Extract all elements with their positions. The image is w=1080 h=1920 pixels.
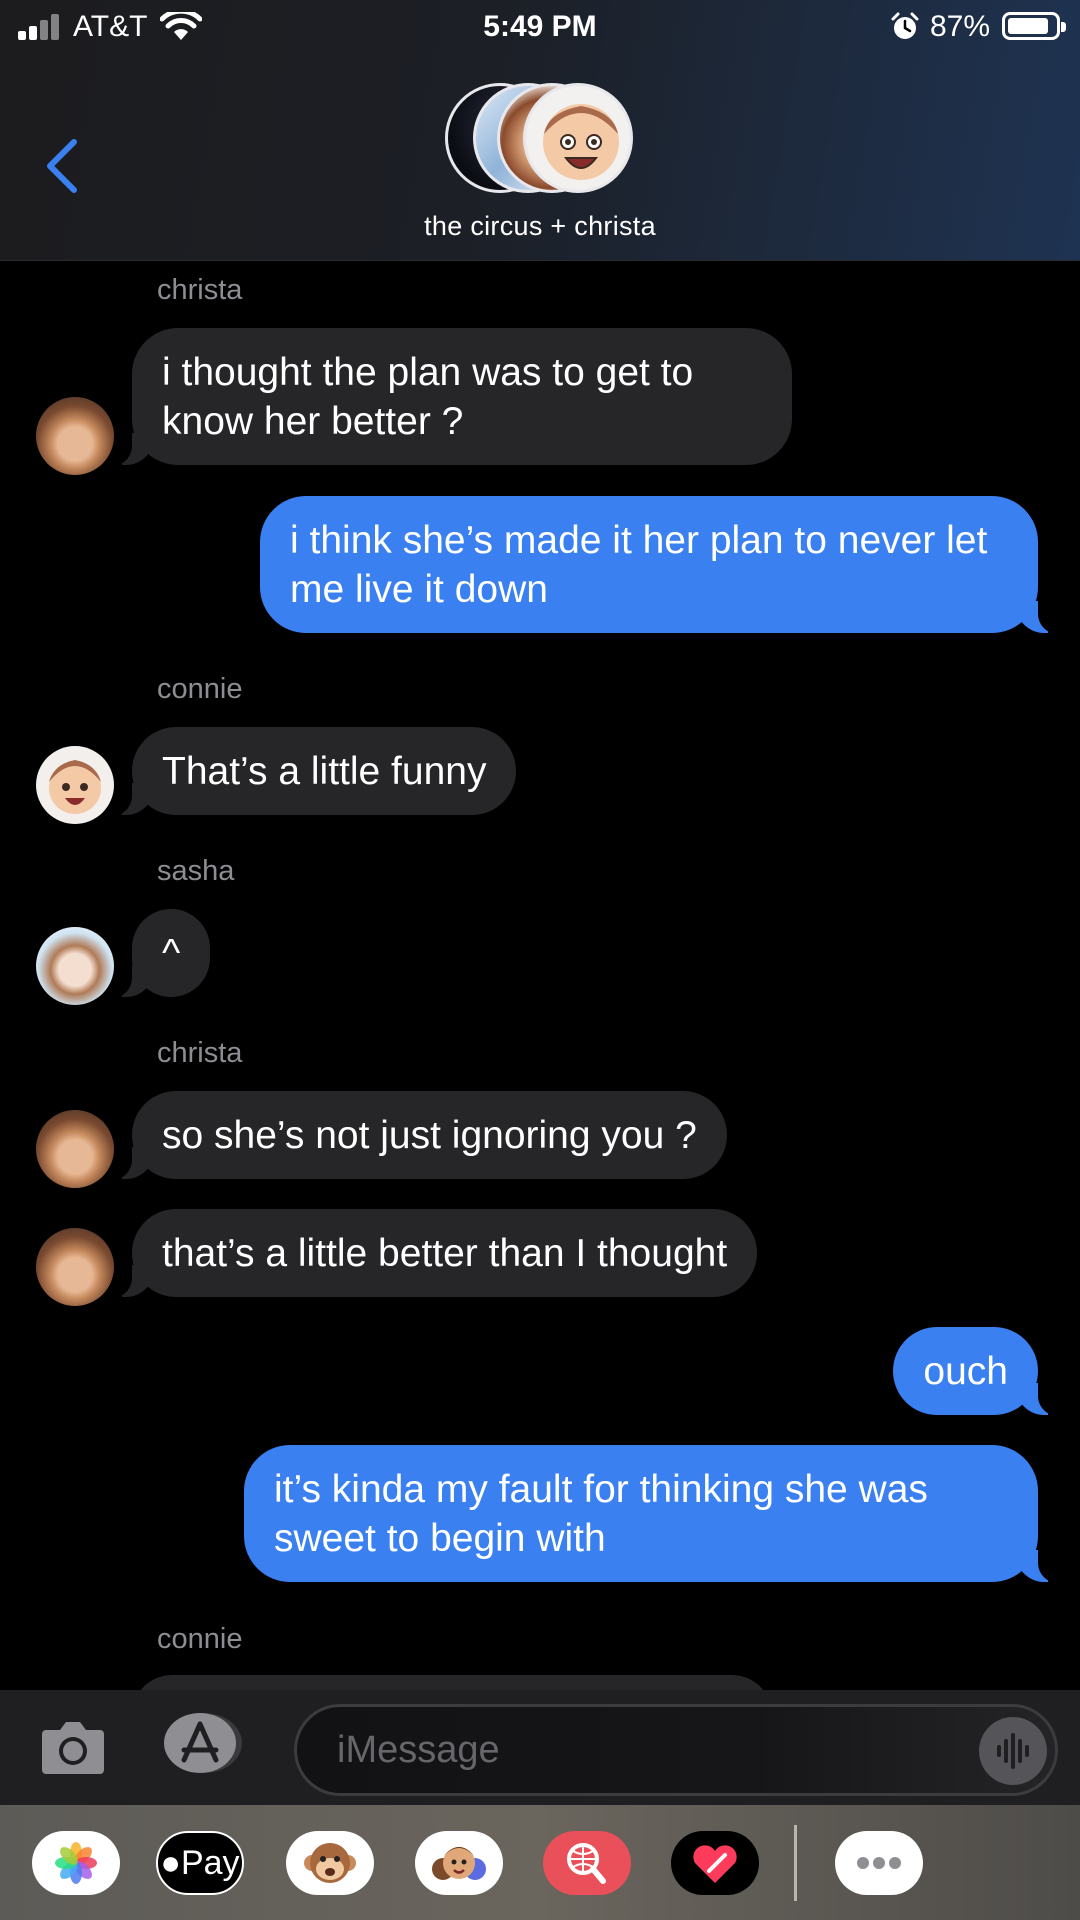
group-avatar-stack[interactable] — [445, 83, 635, 193]
sender-name: connie — [157, 1623, 243, 1655]
incoming-message[interactable] — [132, 1675, 772, 1690]
sender-name: connie — [157, 673, 243, 705]
app-store-icon[interactable] — [162, 1712, 248, 1774]
contact-avatar[interactable] — [36, 1110, 114, 1188]
outgoing-message[interactable]: ouch — [893, 1327, 1064, 1416]
status-bar: AT&T 5:49 PM 87% — [0, 0, 1080, 56]
incoming-message[interactable]: ^ — [105, 909, 211, 998]
conversation-header: AT&T 5:49 PM 87% the circus + christa — [0, 0, 1080, 261]
message-composer — [0, 1690, 1080, 1805]
animoji-icon[interactable] — [286, 1831, 374, 1895]
contact-avatar[interactable] — [36, 746, 114, 824]
sender-name: christa — [157, 274, 243, 306]
group-member-avatar — [523, 83, 633, 193]
apple-pay-label: Pay — [180, 1844, 240, 1882]
incoming-message[interactable]: that’s a little better than I thought — [105, 1209, 758, 1298]
incoming-message[interactable]: That’s a little funny — [105, 727, 517, 816]
incoming-message[interactable]: so she’s not just ignoring you ? — [106, 1091, 727, 1180]
voice-waveform-icon[interactable] — [979, 1717, 1047, 1785]
chevron-left-icon[interactable] — [40, 138, 86, 194]
contact-avatar[interactable] — [36, 1228, 114, 1306]
imessage-input[interactable] — [294, 1704, 1058, 1796]
app-drawer: ●Pay — [0, 1805, 1080, 1920]
sender-name: sasha — [157, 855, 235, 887]
memoji-icon[interactable] — [415, 1831, 503, 1895]
apple-pay-icon[interactable]: ●Pay — [156, 1831, 244, 1895]
contact-avatar[interactable] — [36, 397, 114, 475]
group-name[interactable]: the circus + christa — [0, 211, 1080, 242]
more-apps-icon[interactable] — [835, 1831, 923, 1895]
sender-name: christa — [157, 1037, 243, 1069]
battery-percent: 87% — [930, 10, 991, 43]
incoming-message[interactable]: i thought the plan was to get to know he… — [106, 328, 792, 466]
apple-logo-icon: ● — [160, 1844, 181, 1882]
photos-icon[interactable] — [32, 1831, 120, 1895]
digital-touch-icon[interactable] — [671, 1831, 759, 1895]
camera-icon[interactable] — [40, 1716, 106, 1776]
outgoing-message[interactable]: i think she’s made it her plan to never … — [260, 496, 1064, 634]
outgoing-message[interactable]: it’s kinda my fault for thinking she was… — [244, 1445, 1064, 1583]
message-thread[interactable]: christa i thought the plan was to get to… — [0, 262, 1080, 1690]
contact-avatar[interactable] — [36, 927, 114, 1005]
drawer-divider — [794, 1825, 797, 1901]
image-search-icon[interactable] — [543, 1831, 631, 1895]
battery-icon — [1002, 12, 1066, 40]
alarm-icon — [891, 12, 919, 39]
